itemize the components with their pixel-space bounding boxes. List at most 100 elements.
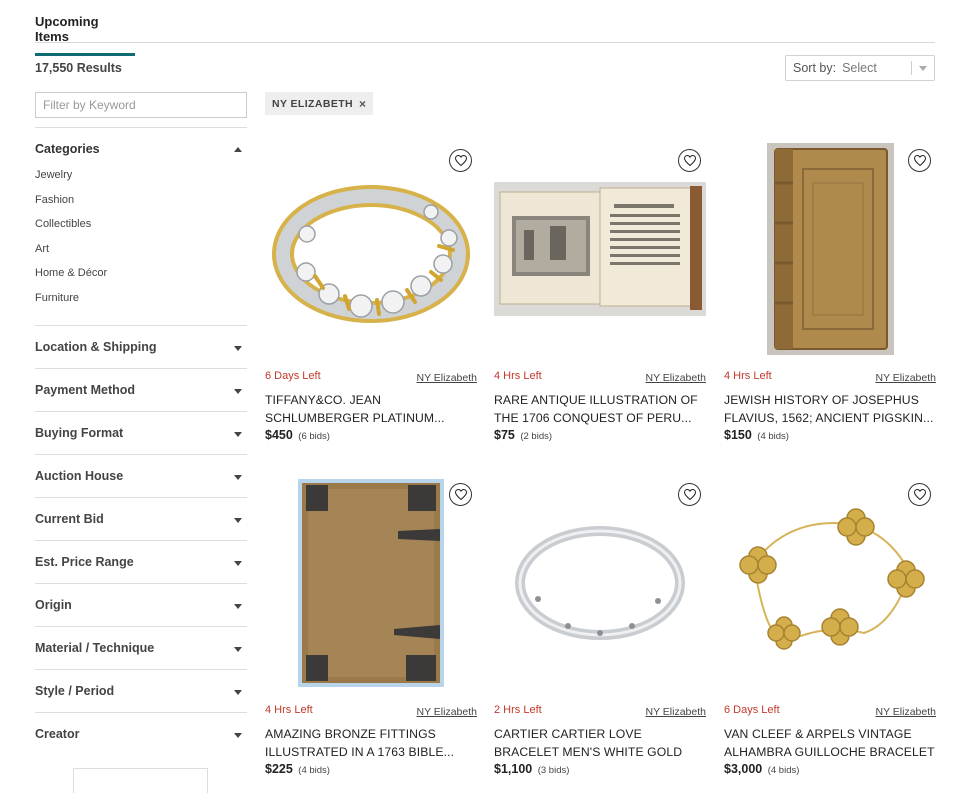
- item-price: $3,000: [724, 762, 763, 776]
- item-title[interactable]: AMAZING BRONZE FITTINGS ILLUSTRATED IN A…: [265, 725, 477, 761]
- category-collectibles[interactable]: Collectibles: [35, 217, 247, 242]
- item-price-line: $150 (4 bids): [724, 428, 789, 442]
- chevron-down-icon: [234, 474, 242, 480]
- item-title[interactable]: TIFFANY&CO. JEAN SCHLUMBERGER PLATINUM..…: [265, 391, 477, 427]
- item-price: $75: [494, 428, 515, 442]
- bid-count: (2 bids): [520, 431, 553, 442]
- auction-house-link[interactable]: NY Elizabeth: [416, 706, 477, 718]
- time-left: 4 Hrs Left: [265, 704, 313, 716]
- chevron-down-icon: [234, 646, 242, 652]
- item-image[interactable]: [265, 141, 477, 357]
- sort-select[interactable]: Sort by: Select: [785, 55, 935, 81]
- heart-icon[interactable]: [449, 483, 472, 506]
- active-filter-chip[interactable]: NY ELIZABETH ×: [265, 92, 374, 115]
- item-image[interactable]: [265, 475, 477, 691]
- item-price: $450: [265, 428, 293, 442]
- auction-house-link[interactable]: NY Elizabeth: [645, 372, 706, 384]
- filter-style-period[interactable]: Style / Period: [35, 668, 247, 712]
- filter-label: Auction House: [35, 468, 124, 483]
- tab-bar: Upcoming Items: [35, 0, 935, 56]
- results-count: 17,550 Results: [35, 61, 122, 75]
- chevron-down-icon: [919, 66, 927, 71]
- active-filter-label: NY ELIZABETH: [272, 97, 354, 110]
- filter-buying-format[interactable]: Buying Format: [35, 410, 247, 454]
- chevron-down-icon: [234, 603, 242, 609]
- filter-payment-method[interactable]: Payment Method: [35, 367, 247, 411]
- bid-count: (4 bids): [757, 431, 789, 442]
- category-jewelry[interactable]: Jewelry: [35, 168, 247, 193]
- filter-label: Est. Price Range: [35, 554, 134, 569]
- filter-label: Material / Technique: [35, 640, 155, 655]
- heart-icon[interactable]: [449, 149, 472, 172]
- chevron-up-icon: [234, 147, 242, 152]
- item-image[interactable]: [494, 475, 706, 691]
- heart-icon[interactable]: [908, 149, 931, 172]
- categories-header[interactable]: Categories: [35, 142, 247, 158]
- filter-label: Buying Format: [35, 425, 124, 440]
- filter-auction-house[interactable]: Auction House: [35, 453, 247, 497]
- bid-count: (4 bids): [298, 765, 330, 776]
- filter-label: Style / Period: [35, 683, 115, 698]
- filter-label: Location & Shipping: [35, 339, 157, 354]
- filter-location-shipping[interactable]: Location & Shipping: [35, 324, 247, 368]
- filter-creator[interactable]: Creator: [35, 711, 247, 755]
- auction-house-link[interactable]: NY Elizabeth: [416, 372, 477, 384]
- chevron-down-icon: [234, 345, 242, 351]
- auction-house-link[interactable]: NY Elizabeth: [875, 706, 936, 718]
- item-price-line: $450 (6 bids): [265, 428, 330, 442]
- time-left: 4 Hrs Left: [724, 370, 772, 382]
- heart-icon[interactable]: [678, 483, 701, 506]
- close-icon[interactable]: ×: [359, 97, 366, 111]
- item-price-line: $1,100 (3 bids): [494, 762, 569, 776]
- time-left: 2 Hrs Left: [494, 704, 542, 716]
- bid-count: (6 bids): [298, 431, 330, 442]
- tab-upcoming-items[interactable]: Upcoming Items: [35, 14, 135, 56]
- item-price: $225: [265, 762, 293, 776]
- item-title[interactable]: JEWISH HISTORY OF JOSEPHUS FLAVIUS, 1562…: [724, 391, 936, 427]
- categories-title: Categories: [35, 142, 100, 156]
- chevron-down-icon: [234, 560, 242, 566]
- item-title[interactable]: CARTIER CARTIER LOVE BRACELET MEN'S WHIT…: [494, 725, 706, 761]
- filter-current-bid[interactable]: Current Bid: [35, 496, 247, 540]
- heart-icon[interactable]: [908, 483, 931, 506]
- time-left: 4 Hrs Left: [494, 370, 542, 382]
- item-price: $1,100: [494, 762, 533, 776]
- time-left: 6 Days Left: [265, 370, 321, 382]
- filter-label: Current Bid: [35, 511, 104, 526]
- time-left: 6 Days Left: [724, 704, 780, 716]
- category-list: Jewelry Fashion Collectibles Art Home & …: [35, 168, 247, 325]
- item-price: $150: [724, 428, 752, 442]
- filter-label: Origin: [35, 597, 72, 612]
- chevron-down-icon: [234, 732, 242, 738]
- chevron-down-icon: [234, 388, 242, 394]
- category-art[interactable]: Art: [35, 242, 247, 267]
- item-image[interactable]: [724, 475, 936, 691]
- chevron-down-icon: [234, 517, 242, 523]
- keyword-filter-input[interactable]: [35, 92, 247, 118]
- item-price-line: $3,000 (4 bids): [724, 762, 799, 776]
- categories-section: Categories Jewelry Fashion Collectibles …: [35, 127, 247, 325]
- filter-sidebar: Categories Jewelry Fashion Collectibles …: [35, 92, 247, 755]
- auction-house-link[interactable]: NY Elizabeth: [875, 372, 936, 384]
- auction-house-link[interactable]: NY Elizabeth: [645, 706, 706, 718]
- filter-material-technique[interactable]: Material / Technique: [35, 625, 247, 669]
- filter-origin[interactable]: Origin: [35, 582, 247, 626]
- filter-label: Payment Method: [35, 382, 136, 397]
- category-home-decor[interactable]: Home & Décor: [35, 266, 247, 291]
- item-price-line: $225 (4 bids): [265, 762, 330, 776]
- filter-label: Creator: [35, 726, 80, 741]
- category-fashion[interactable]: Fashion: [35, 193, 247, 218]
- bid-count: (3 bids): [537, 765, 570, 776]
- item-image[interactable]: [724, 141, 936, 357]
- filter-est-price-range[interactable]: Est. Price Range: [35, 539, 247, 583]
- chevron-down-icon: [234, 431, 242, 437]
- sidebar-footer-box: [73, 768, 208, 793]
- item-title[interactable]: VAN CLEEF & ARPELS VINTAGE ALHAMBRA GUIL…: [724, 725, 936, 761]
- sort-value: Select: [842, 61, 877, 75]
- heart-icon[interactable]: [678, 149, 701, 172]
- chevron-down-icon: [234, 689, 242, 695]
- sort-label: Sort by:: [793, 61, 837, 75]
- category-furniture[interactable]: Furniture: [35, 291, 247, 316]
- item-title[interactable]: RARE ANTIQUE ILLUSTRATION OF THE 1706 CO…: [494, 391, 706, 427]
- item-image[interactable]: [494, 141, 706, 357]
